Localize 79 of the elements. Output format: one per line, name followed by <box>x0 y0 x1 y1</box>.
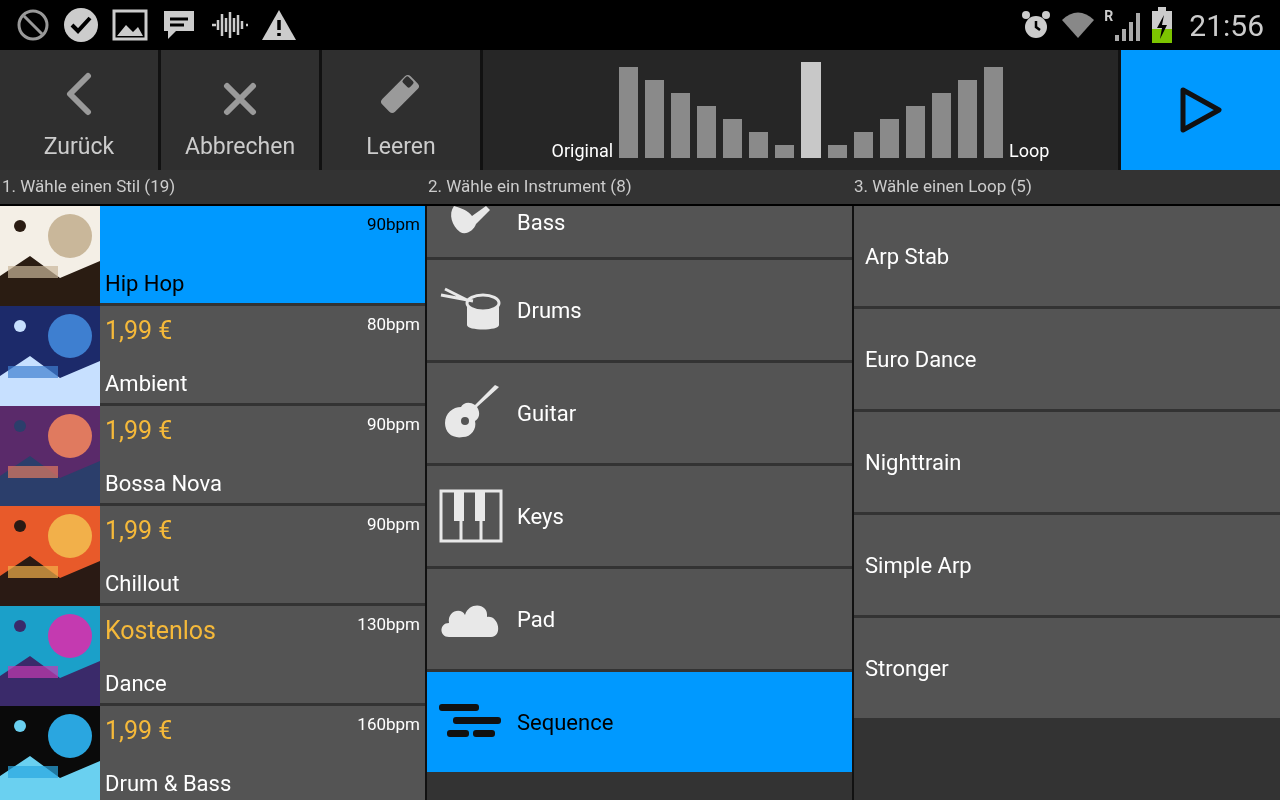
slider-bar <box>854 132 874 158</box>
slider-bar <box>906 106 926 158</box>
style-name: Bossa Nova <box>105 469 223 497</box>
check-badge-icon <box>62 6 100 44</box>
column-header: 2. Wähle ein Instrument (8) <box>428 176 632 197</box>
tempo-label: 90bpm <box>366 213 420 236</box>
sequence-bars-icon <box>439 704 503 740</box>
loop-name: Nighttrain <box>865 448 962 477</box>
battery-charging-icon <box>1151 7 1174 43</box>
tempo-label: 90bpm <box>366 413 420 436</box>
instrument-item[interactable]: Sequence <box>427 672 852 772</box>
style-name: Dance <box>105 669 168 697</box>
roaming-indicator: R <box>1104 9 1114 23</box>
instrument-item[interactable]: Keys <box>427 466 852 566</box>
instrument-name: Pad <box>517 605 556 634</box>
toolbar-button[interactable]: Zurück <box>0 50 158 170</box>
loop-name: Stronger <box>865 654 949 683</box>
price-label: 1,99 € <box>105 515 173 547</box>
loop-name: Arp Stab <box>865 242 950 271</box>
slider-bar <box>932 93 952 158</box>
toolbar-button[interactable]: Leeren <box>322 50 480 170</box>
piano-keys-icon <box>439 489 503 543</box>
play-icon <box>1178 86 1223 134</box>
column-header: 1. Wähle einen Stil (19) <box>2 176 176 197</box>
play-button[interactable] <box>1121 50 1280 170</box>
warning-icon <box>260 8 298 42</box>
style-name: Chillout <box>105 569 181 597</box>
toolbar-button[interactable]: Abbrechen <box>161 50 319 170</box>
loop-name: Simple Arp <box>865 551 972 580</box>
loop-item[interactable]: Simple Arp <box>854 515 1280 615</box>
style-item[interactable]: 90bpm Hip Hop <box>0 206 425 303</box>
instrument-item[interactable]: Guitar <box>427 363 852 463</box>
slider-bar <box>671 93 691 158</box>
style-item[interactable]: 1,99 € 80bpm Ambient <box>0 306 425 403</box>
slider-bar <box>723 119 743 158</box>
style-name: Ambient <box>105 369 189 397</box>
style-item[interactable]: 1,99 € 90bpm Bossa Nova <box>0 406 425 503</box>
loop-name: Euro Dance <box>865 345 977 374</box>
clock-time: 21:56 <box>1189 6 1264 45</box>
slider-bar <box>775 145 795 158</box>
price-label: Kostenlos <box>105 615 216 647</box>
waveform-icon <box>210 10 248 40</box>
tempo-label: 130bpm <box>357 613 420 636</box>
blocked-icon <box>16 8 50 42</box>
price-label: 1,99 € <box>105 315 173 347</box>
style-name: Drum & Bass <box>105 769 233 797</box>
style-item[interactable]: Kostenlos 130bpm Dance <box>0 606 425 703</box>
slider-label: Loop <box>1009 139 1050 163</box>
style-item[interactable]: 1,99 € 90bpm Chillout <box>0 506 425 603</box>
slider-bar <box>749 132 769 158</box>
price-label: 1,99 € <box>105 415 173 447</box>
tempo-label: 160bpm <box>357 713 420 736</box>
alarm-icon <box>1020 9 1053 41</box>
loop-item[interactable]: Stronger <box>854 618 1280 718</box>
image-icon <box>112 9 148 41</box>
style-item[interactable]: 1,99 € 160bpm Drum & Bass <box>0 706 425 800</box>
instrument-item[interactable]: Drums <box>427 260 852 360</box>
tempo-label: 90bpm <box>366 513 420 536</box>
instrument-name: Bass <box>517 209 566 237</box>
instrument-name: Sequence <box>517 708 614 737</box>
instrument-name: Keys <box>517 502 564 531</box>
instrument-name: Drums <box>517 296 582 325</box>
style-name: Hip Hop <box>105 269 186 297</box>
slider-bar <box>880 119 900 158</box>
mix-slider[interactable]: Original Loop <box>483 50 1118 170</box>
loop-item[interactable]: Euro Dance <box>854 309 1280 409</box>
slider-label: Original <box>551 139 614 163</box>
instrument-item[interactable]: Pad <box>427 569 852 669</box>
instrument-item[interactable]: Bass <box>427 206 852 257</box>
price-label: 1,99 € <box>105 715 173 747</box>
loop-item[interactable]: Nighttrain <box>854 412 1280 512</box>
slider-bar <box>828 145 848 158</box>
loop-item[interactable]: Arp Stab <box>854 206 1280 306</box>
tempo-label: 80bpm <box>366 313 420 336</box>
slider-bar <box>697 106 717 158</box>
column-header: 3. Wähle einen Loop (5) <box>854 176 1032 197</box>
back-icon <box>64 71 94 116</box>
instrument-name: Guitar <box>517 399 577 428</box>
close-icon <box>223 81 257 116</box>
